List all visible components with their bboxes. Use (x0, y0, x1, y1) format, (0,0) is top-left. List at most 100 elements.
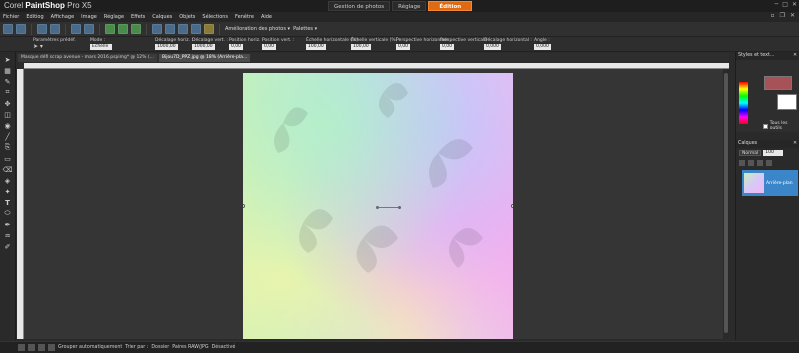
tool-options-bar: Paramètres prédéf. ➤ ▾ Mode : Échelle Dé… (0, 37, 799, 52)
rotation-handle[interactable] (398, 206, 401, 209)
angle-input[interactable]: 0,000 (534, 44, 551, 50)
tab-manage[interactable]: Gestion de photos (328, 1, 391, 11)
dropper-icon[interactable]: ✎ (2, 77, 13, 86)
group-auto-label[interactable]: Grouper automatiquement (58, 345, 122, 350)
grid-icon[interactable] (165, 24, 175, 34)
share-icon[interactable] (105, 24, 115, 34)
shape-icon[interactable]: ⬭ (2, 209, 13, 218)
layers-close-icon[interactable]: ✕ (793, 140, 797, 148)
menu-file[interactable]: Fichier (3, 14, 19, 20)
maximize-icon[interactable]: □ (782, 1, 788, 8)
offset-h-input[interactable]: 1000,00 (155, 44, 178, 50)
eraser-icon[interactable]: ⌫ (2, 165, 13, 174)
straighten-icon[interactable]: ◫ (2, 110, 13, 119)
art-media-icon[interactable]: ✐ (2, 242, 13, 251)
mask-icon[interactable] (766, 159, 772, 166)
menu-adjust[interactable]: Réglage (104, 14, 124, 20)
shear-label: Décalage horizontal : (484, 38, 532, 43)
fullscreen-icon[interactable] (191, 24, 201, 34)
position-y-input[interactable]: 0,00 (262, 44, 277, 50)
menu-view[interactable]: Affichage (51, 14, 75, 20)
rotate-left-icon[interactable] (118, 24, 128, 34)
panel-close-icon[interactable]: ✕ (793, 52, 797, 60)
position-x-input[interactable]: 0,00 (229, 44, 244, 50)
background-color-swatch[interactable] (777, 94, 797, 110)
doc-tab-2[interactable]: Bijou7D_PPZ.jpg @ 18% (Arrière-pla... (158, 54, 251, 62)
move-icon[interactable]: ✥ (2, 99, 13, 108)
print-icon[interactable] (50, 24, 60, 34)
persp-h-input[interactable]: 0,00 (396, 44, 411, 50)
new-layer-icon[interactable] (739, 159, 745, 166)
tab-edit[interactable]: Édition (428, 1, 473, 11)
shear-input[interactable]: 0,000 (484, 44, 501, 50)
info-icon[interactable] (152, 24, 162, 34)
redo-icon[interactable] (84, 24, 94, 34)
organizer-bar: Grouper automatiquement Trier par : Doss… (0, 341, 799, 353)
save-icon[interactable] (37, 24, 47, 34)
mode-select[interactable]: Échelle (90, 44, 112, 50)
document-image[interactable] (243, 73, 513, 339)
pick-tool-icon[interactable]: ➤ (2, 55, 13, 64)
star-icon[interactable] (48, 344, 55, 351)
selection-tool-icon[interactable]: ▦ (2, 66, 13, 75)
menu-help[interactable]: Aide (261, 14, 272, 20)
menu-selections[interactable]: Sélections (202, 14, 228, 20)
rotation-arm (378, 207, 398, 208)
menu-effects[interactable]: Effets (131, 14, 145, 20)
fill-icon[interactable]: ◈ (2, 176, 13, 185)
crop-icon[interactable]: ⌗ (2, 88, 13, 97)
brush-icon[interactable]: ╱ (2, 132, 13, 141)
home-icon[interactable] (18, 344, 25, 351)
doc-restore-icon[interactable]: ❐ (780, 12, 785, 19)
enhance-photo-menu[interactable]: Amélioration des photos ▾ (225, 26, 290, 32)
folder-icon[interactable] (28, 344, 35, 351)
menu-window[interactable]: Fenêtre (235, 14, 254, 20)
persp-v-input[interactable]: 0,00 (440, 44, 455, 50)
palettes-menu[interactable]: Palettes ▾ (293, 26, 317, 32)
zoom-icon[interactable] (204, 24, 214, 34)
vertical-scrollbar[interactable] (723, 69, 729, 339)
text-icon[interactable]: T (2, 198, 13, 207)
warp-icon[interactable]: ♒ (2, 231, 13, 240)
smudge-icon[interactable]: ✦ (2, 187, 13, 196)
preset-dropdown[interactable]: ➤ ▾ (33, 43, 76, 50)
minimize-icon[interactable]: ─ (775, 1, 779, 8)
all-tools-checkbox[interactable] (763, 123, 768, 129)
scale-h-input[interactable]: 100,00 (306, 44, 326, 50)
persp-v-label: Perspective verticale : (440, 38, 490, 43)
sort-select[interactable]: Dossier (151, 345, 169, 350)
menu-objects[interactable]: Objets (179, 14, 195, 20)
foreground-color-swatch[interactable] (764, 76, 792, 90)
close-icon[interactable]: ✕ (792, 1, 797, 8)
angle-group: Angle : 0,000 (534, 38, 551, 50)
snap-icon[interactable] (178, 24, 188, 34)
open-icon[interactable] (16, 24, 26, 34)
window-controls: ─ □ ✕ (775, 1, 797, 8)
rotate-right-icon[interactable] (131, 24, 141, 34)
opacity-input[interactable]: 100 (763, 150, 784, 156)
transform-handle-right[interactable] (511, 204, 513, 208)
doc-minimize-icon[interactable]: ▫ (771, 12, 775, 19)
blend-mode-select[interactable]: Normal (739, 150, 762, 156)
scale-v-input[interactable]: 100,00 (351, 44, 371, 50)
offset-v-input[interactable]: 1000,00 (192, 44, 215, 50)
tag-icon[interactable] (38, 344, 45, 351)
raw-pairs-select[interactable]: Désactivé (212, 345, 236, 350)
doc-close-icon[interactable]: ✕ (790, 12, 795, 19)
undo-icon[interactable] (71, 24, 81, 34)
new-icon[interactable] (3, 24, 13, 34)
scroll-thumb[interactable] (724, 73, 728, 333)
tab-adjust[interactable]: Réglage (392, 1, 427, 11)
clone-icon[interactable]: ⎘ (2, 143, 13, 152)
menu-image[interactable]: Image (81, 14, 97, 20)
menu-layers[interactable]: Calques (152, 14, 172, 20)
menu-edit[interactable]: Editiog (26, 14, 43, 20)
doc-tab-1[interactable]: Masque défi scrap avenue - mars 2016.psp… (18, 54, 157, 62)
link-icon[interactable] (757, 159, 763, 166)
lock-icon[interactable] (748, 159, 754, 166)
redeye-icon[interactable]: ◉ (2, 121, 13, 130)
color-spectrum[interactable] (739, 82, 748, 124)
layer-row[interactable]: Arrière-plan (742, 170, 798, 196)
pen-icon[interactable]: ✒ (2, 220, 13, 229)
scratch-icon[interactable]: ▭ (2, 154, 13, 163)
